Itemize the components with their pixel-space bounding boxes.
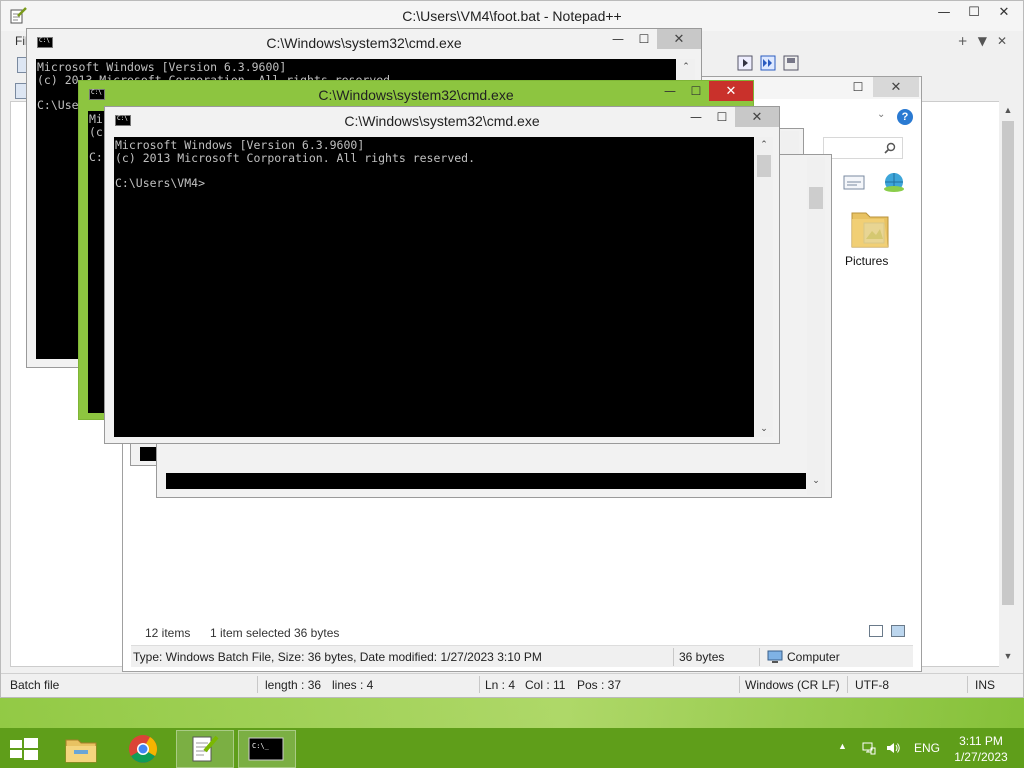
console-line: (c) 2013 Microsoft Corporation. All righ… [115, 150, 476, 165]
details-location: Computer [787, 650, 840, 664]
scroll-down-icon[interactable]: ▼ [999, 651, 1017, 661]
pictures-folder-icon[interactable] [850, 205, 890, 251]
scroll-up-icon[interactable]: ⌃ [677, 61, 695, 72]
status-pos: Pos : 37 [577, 678, 622, 692]
show-hidden-icons-icon[interactable]: ▲ [838, 741, 847, 751]
status-col: Col : 11 [525, 678, 566, 692]
play-macro-icon[interactable] [737, 55, 753, 71]
clock-time: 3:11 PM [959, 734, 1003, 748]
status-file-type: Batch file [10, 678, 60, 692]
tab-controls: + ▼ ✕ [958, 34, 1007, 48]
desktop-swoosh [0, 696, 1024, 728]
close-button[interactable]: ✕ [989, 3, 1019, 23]
cmd-b-title: C:\Windows\system32\cmd.exe [318, 87, 514, 103]
cmd-c-scroll-thumb[interactable] [757, 155, 771, 177]
scroll-thumb[interactable] [1002, 121, 1014, 605]
cmd-a-close-button[interactable]: ✕ [657, 29, 701, 49]
maximize-button[interactable]: ☐ [959, 3, 989, 23]
save-macro-icon[interactable] [783, 55, 799, 71]
explorer-details-bar: Type: Windows Batch File, Size: 36 bytes… [131, 645, 913, 667]
run-macro-multiple-icon[interactable] [760, 55, 776, 71]
console-line: Microsoft Windows [Version 6.3.9600] [115, 138, 365, 152]
cmd-c-titlebar[interactable]: C:\Windows\system32\cmd.exe — ☐ ✕ [105, 107, 779, 135]
taskbar: C:\_ ▲ ENG 3:11 PM 1/27/2023 [0, 728, 1024, 768]
selected-count: 1 item selected [210, 626, 291, 640]
notepadpp-title: C:\Users\VM4\foot.bat - Notepad++ [402, 8, 622, 24]
cmd-a-title: C:\Windows\system32\cmd.exe [266, 35, 462, 51]
details-size: 36 bytes [679, 650, 725, 664]
console-prompt: C:\Users\VM4> [115, 175, 206, 190]
large-icons-view-icon[interactable] [891, 625, 905, 637]
status-encoding: UTF-8 [855, 678, 889, 692]
cmd-a-titlebar[interactable]: C:\Windows\system32\cmd.exe — ☐ ✕ [27, 29, 701, 57]
network-icon[interactable] [862, 741, 876, 755]
system-tray: ▲ ENG 3:11 PM 1/27/2023 [0, 728, 1024, 768]
clock-date: 1/27/2023 [954, 750, 1008, 764]
volume-icon[interactable] [886, 741, 900, 755]
status-length: length : 36 [265, 678, 322, 692]
status-line: Ln : 4 [485, 678, 516, 692]
pictures-folder-label[interactable]: Pictures [845, 254, 888, 268]
cmd-window-c[interactable]: C:\Windows\system32\cmd.exe — ☐ ✕ Micros… [104, 106, 780, 444]
cmd-scrollbar-back-2[interactable]: ⌄ [807, 157, 825, 495]
share-globe-icon[interactable] [881, 171, 907, 193]
notepadpp-titlebar[interactable]: C:\Users\VM4\foot.bat - Notepad++ — ☐ ✕ [1, 1, 1023, 31]
cmd-b-titlebar[interactable]: C:\Windows\system32\cmd.exe — ☐ ✕ [79, 81, 753, 109]
item-count: 12 items [145, 626, 191, 640]
cmd-a-maximize-button[interactable]: ☐ [631, 29, 657, 49]
selected-size: 36 bytes [294, 626, 340, 640]
cmd-b-maximize-button[interactable]: ☐ [683, 81, 709, 101]
editor-scrollbar[interactable]: ▲ ▼ [999, 101, 1017, 667]
cmd-b-close-button[interactable]: ✕ [709, 81, 753, 101]
minimize-button[interactable]: — [929, 3, 959, 23]
cmd-c-console[interactable]: Microsoft Windows [Version 6.3.9600] (c) … [114, 137, 754, 437]
cmd-c-close-button[interactable]: ✕ [735, 107, 779, 127]
notepadpp-statusbar: Batch file length : 36 lines : 4 Ln : 4 … [1, 673, 1023, 695]
close-tab-button[interactable]: ✕ [997, 34, 1007, 48]
address-dropdown-icon[interactable]: ⌄ [877, 109, 885, 120]
scroll-down-icon[interactable]: ⌄ [807, 475, 825, 486]
scroll-down-icon[interactable]: ⌄ [755, 423, 773, 434]
cmd-scroll-thumb-back-2[interactable] [809, 187, 823, 209]
clock[interactable]: 3:11 PM 1/27/2023 [952, 733, 1010, 765]
email-icon[interactable] [843, 173, 865, 191]
help-icon[interactable]: ? [897, 109, 913, 125]
explorer-maximize-button[interactable]: ☐ [845, 77, 871, 97]
cmd-b-minimize-button[interactable]: — [657, 81, 683, 101]
cmd-c-title: C:\Windows\system32\cmd.exe [344, 113, 540, 129]
cmd-c-maximize-button[interactable]: ☐ [709, 107, 735, 127]
details-text: Type: Windows Batch File, Size: 36 bytes… [133, 650, 542, 664]
input-language[interactable]: ENG [914, 741, 940, 755]
cmd-console-back-2[interactable] [166, 473, 806, 489]
cmd-c-scrollbar[interactable]: ⌃ ⌄ [755, 137, 773, 437]
scroll-up-icon[interactable]: ▲ [999, 105, 1017, 115]
status-lines: lines : 4 [332, 678, 374, 692]
console-line: Microsoft Windows [Version 6.3.9600] [37, 60, 287, 74]
details-view-icon[interactable] [869, 625, 883, 637]
search-box[interactable] [823, 137, 903, 159]
cmd-a-minimize-button[interactable]: — [605, 29, 631, 49]
scroll-up-icon[interactable]: ⌃ [755, 139, 773, 150]
explorer-close-button[interactable]: ✕ [873, 77, 919, 97]
status-insert-mode: INS [975, 678, 996, 692]
new-tab-button[interactable]: + [958, 34, 968, 48]
status-eol: Windows (CR LF) [745, 678, 840, 692]
computer-icon [767, 650, 783, 663]
search-icon [884, 142, 896, 154]
tab-list-dropdown-icon[interactable]: ▼ [978, 34, 987, 48]
cmd-c-minimize-button[interactable]: — [683, 107, 709, 127]
